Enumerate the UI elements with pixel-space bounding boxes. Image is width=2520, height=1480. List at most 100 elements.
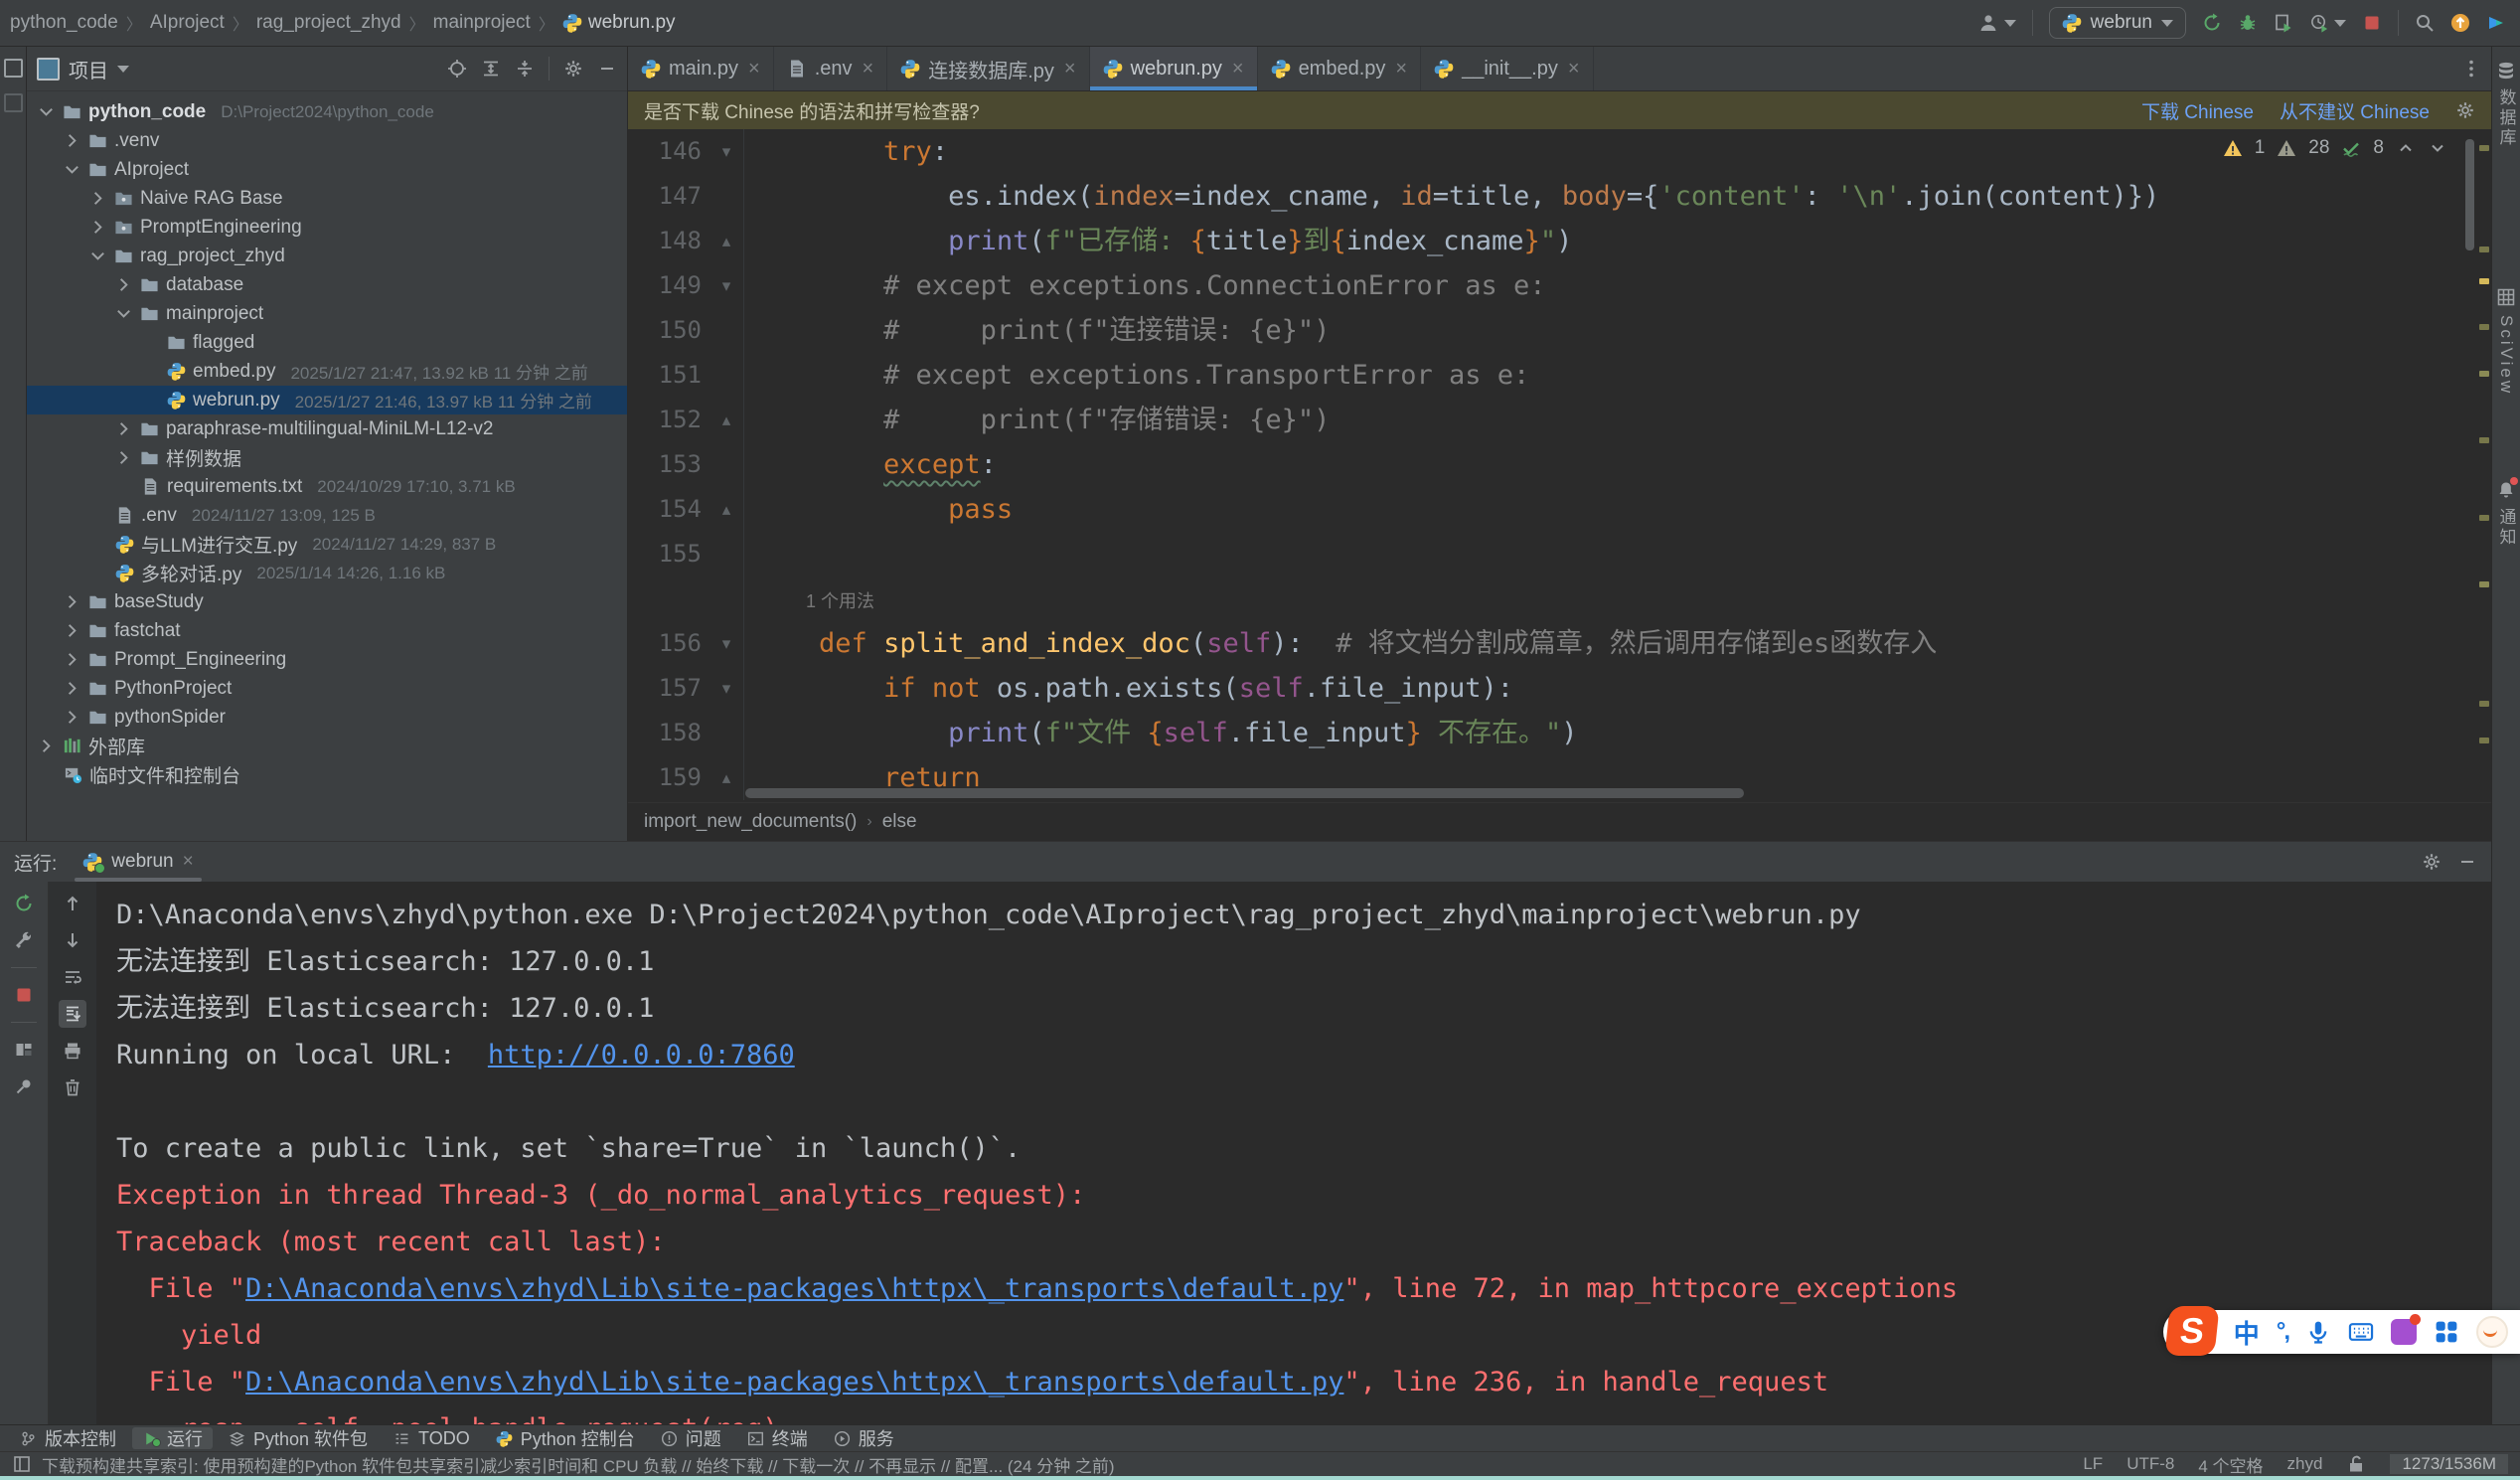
banner-never-link[interactable]: 从不建议 Chinese xyxy=(2280,97,2430,124)
console-link[interactable]: D:\Anaconda\envs\zhyd\Lib\site-packages\… xyxy=(245,1273,1343,1304)
user-menu[interactable] xyxy=(1978,13,2016,33)
tree-item-embed.py[interactable]: embed.py2025/1/27 21:47, 13.92 kB 11 分钟 … xyxy=(27,357,627,386)
tree-item-PromptEngineering[interactable]: PromptEngineering xyxy=(27,213,627,242)
panel-settings-button[interactable] xyxy=(563,58,583,81)
rerun-button[interactable] xyxy=(14,894,34,913)
down-stack-trace-button[interactable] xyxy=(63,930,82,950)
gear-icon[interactable] xyxy=(2422,852,2441,872)
tool-stripe-SciView[interactable]: SciView xyxy=(2496,287,2516,396)
inspections-widget[interactable]: 1288 xyxy=(2223,137,2447,159)
run-button[interactable] xyxy=(2202,13,2222,33)
ime-emoji-icon[interactable] xyxy=(2476,1316,2508,1348)
clear-console-button[interactable] xyxy=(63,1077,82,1097)
sciview-icon[interactable] xyxy=(2496,287,2516,307)
tree-item-临时文件和控制台[interactable]: 临时文件和控制台 xyxy=(27,760,627,789)
tool-window-button-问题[interactable]: 问题 xyxy=(651,1427,731,1449)
expand-all-button[interactable] xyxy=(481,58,501,81)
tree-item-.env[interactable]: .env2024/11/27 13:09, 125 B xyxy=(27,501,627,530)
python-icon[interactable] xyxy=(496,1430,513,1447)
edit-configuration-button[interactable] xyxy=(14,930,34,950)
write-access-indicator[interactable] xyxy=(2346,1454,2366,1473)
close-icon[interactable]: × xyxy=(1064,59,1076,79)
soft-wrap-button[interactable] xyxy=(63,967,82,987)
tool-window-button-运行[interactable]: 运行 xyxy=(132,1427,213,1449)
chevron-down-icon[interactable] xyxy=(63,160,81,179)
breadcrumb-item[interactable]: mainproject xyxy=(429,10,535,36)
terminal-icon[interactable] xyxy=(747,1430,764,1447)
stripe-mark[interactable] xyxy=(2479,247,2489,252)
python-icon[interactable] xyxy=(562,13,582,33)
stripe-mark[interactable] xyxy=(2479,371,2489,377)
select-opened-file-button[interactable] xyxy=(447,58,467,81)
restore-layout-icon[interactable] xyxy=(14,1040,34,1060)
stop-button[interactable] xyxy=(2362,13,2382,33)
locate-icon[interactable] xyxy=(447,59,467,79)
python-icon[interactable] xyxy=(115,564,134,582)
chevron-down-icon[interactable] xyxy=(114,304,133,323)
update-button[interactable] xyxy=(2450,13,2470,33)
tool-window-button-服务[interactable]: 服务 xyxy=(824,1427,904,1449)
chevron-down-icon[interactable] xyxy=(37,102,56,121)
line-ending-indicator[interactable]: LF xyxy=(2083,1454,2103,1474)
stripe-mark[interactable] xyxy=(2479,324,2489,330)
chevron-right-icon[interactable] xyxy=(88,189,107,208)
chevron-right-icon[interactable] xyxy=(63,679,81,698)
tree-item-PythonProject[interactable]: PythonProject xyxy=(27,674,627,703)
project-panel-title[interactable]: 项目 xyxy=(69,55,108,83)
tree-item-baseStudy[interactable]: baseStudy xyxy=(27,587,627,616)
tab-webrun.py[interactable]: webrun.py× xyxy=(1090,47,1258,90)
fold-marker[interactable]: ▾ xyxy=(709,129,743,174)
pin-icon[interactable] xyxy=(14,1076,34,1096)
up-icon[interactable] xyxy=(63,894,82,913)
chevron-right-icon[interactable] xyxy=(88,218,107,237)
tree-item-mainproject[interactable]: mainproject xyxy=(27,299,627,328)
tree-item-database[interactable]: database xyxy=(27,270,627,299)
stop-process-button[interactable] xyxy=(14,985,34,1005)
hide-panel-button[interactable] xyxy=(597,58,617,81)
chevron-right-icon[interactable] xyxy=(114,448,133,467)
console-link[interactable]: http://0.0.0.0:7860 xyxy=(488,1040,795,1070)
tree-item-AIproject[interactable]: AIproject xyxy=(27,155,627,184)
close-icon[interactable]: × xyxy=(183,851,194,873)
pin-tab-button[interactable] xyxy=(14,1076,34,1096)
python-icon[interactable] xyxy=(641,59,661,79)
encoding-indicator[interactable]: UTF-8 xyxy=(2126,1454,2174,1474)
collapse-all-button[interactable] xyxy=(515,58,535,81)
database-icon[interactable] xyxy=(2496,61,2516,81)
hide-icon[interactable] xyxy=(597,59,617,79)
tab-embed.py[interactable]: embed.py× xyxy=(1258,47,1422,90)
stripe-mark[interactable] xyxy=(2479,278,2489,284)
close-icon[interactable]: × xyxy=(1395,59,1407,79)
chevron-right-icon[interactable] xyxy=(63,131,81,150)
ime-punctuation-toggle[interactable]: °, xyxy=(2277,1318,2288,1346)
close-icon[interactable]: × xyxy=(748,59,760,79)
usages-inlay-hint[interactable]: 1 个用法 xyxy=(754,591,874,611)
problems-icon[interactable] xyxy=(661,1430,678,1447)
services-icon[interactable] xyxy=(834,1430,851,1447)
next-problem-button[interactable] xyxy=(2428,137,2447,159)
editor-breadcrumb-item[interactable]: import_new_documents() xyxy=(644,811,857,833)
run-console[interactable]: D:\Anaconda\envs\zhyd\python.exe D:\Proj… xyxy=(96,882,2491,1428)
python-icon[interactable] xyxy=(167,391,186,410)
scroll-to-end-icon[interactable] xyxy=(63,1004,82,1024)
hide-icon[interactable] xyxy=(2457,852,2477,872)
stripe-mark[interactable] xyxy=(2479,515,2489,521)
fold-marker[interactable]: ▾ xyxy=(709,666,743,711)
stripe-mark[interactable] xyxy=(2479,437,2489,443)
tool-window-toggle[interactable] xyxy=(12,1454,32,1473)
hide-run-panel-button[interactable] xyxy=(2457,852,2477,872)
previous-problem-icon[interactable] xyxy=(2396,138,2416,158)
banner-download-link[interactable]: 下载 Chinese xyxy=(2141,97,2254,124)
breadcrumb-item[interactable]: rag_project_zhyd xyxy=(252,10,405,36)
stop-icon[interactable] xyxy=(2362,13,2382,33)
todo-icon[interactable] xyxy=(394,1430,410,1447)
tool-window-button-Python 软件包[interactable]: Python 软件包 xyxy=(219,1427,378,1449)
tree-item-.venv[interactable]: .venv xyxy=(27,126,627,155)
tab-main.py[interactable]: main.py× xyxy=(628,47,774,90)
debug-button[interactable] xyxy=(2238,13,2258,33)
fold-marker[interactable]: ▴ xyxy=(709,755,743,800)
print-button[interactable] xyxy=(63,1041,82,1061)
up-stack-trace-button[interactable] xyxy=(63,894,82,913)
search-icon[interactable] xyxy=(2415,13,2435,33)
ime-apps-button[interactable] xyxy=(2434,1323,2459,1340)
